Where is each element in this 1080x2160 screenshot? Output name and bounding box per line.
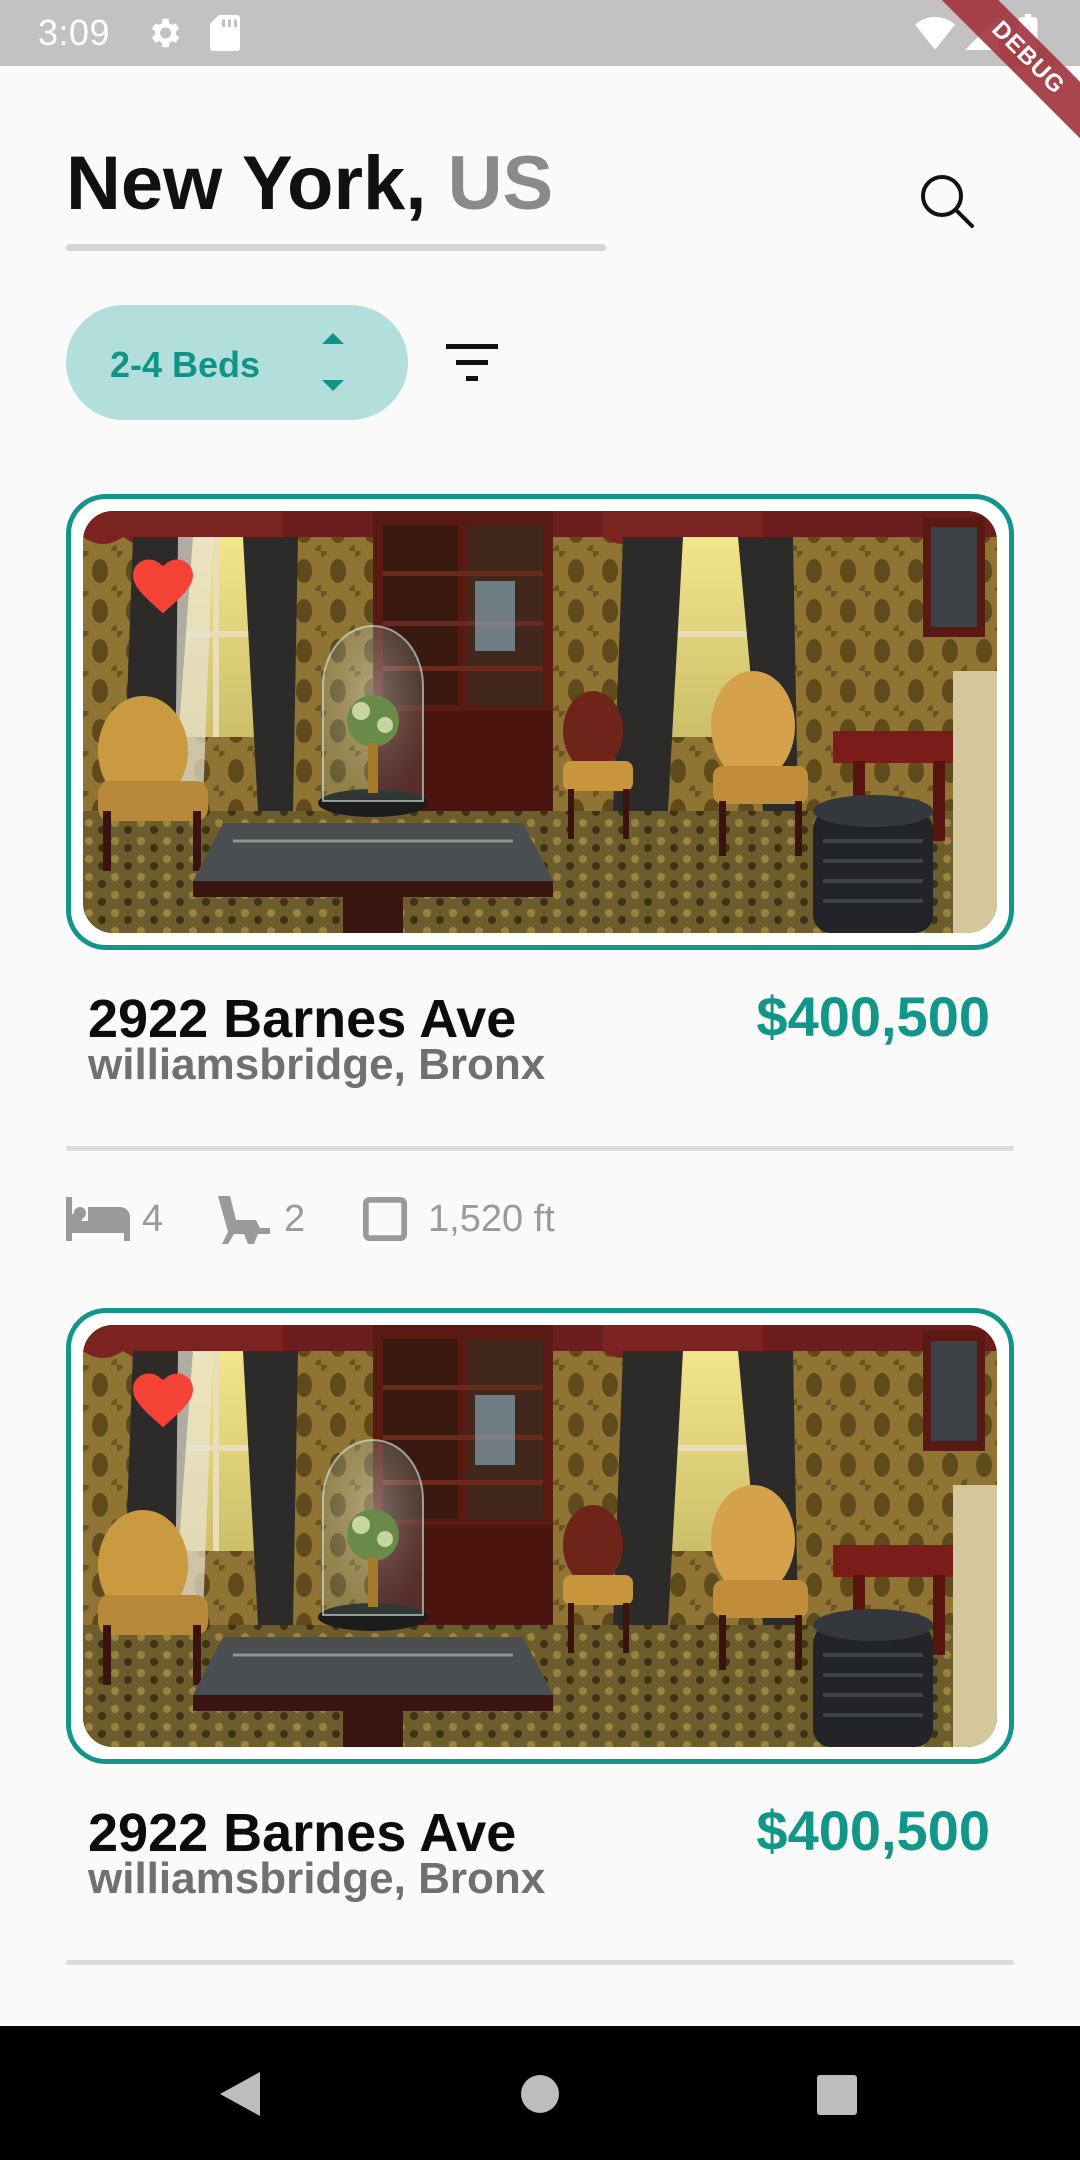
listing-features: 4 2 1,520 ft [66, 1192, 766, 1248]
gear-icon [151, 18, 180, 48]
city-label: New York, [66, 141, 427, 226]
area-value: 1,520 ft [428, 1198, 555, 1240]
listing-divider [66, 1146, 1014, 1151]
title-underline [66, 244, 606, 251]
sd-card-icon [210, 15, 240, 51]
beds-selector[interactable]: 2-4 Beds [66, 305, 408, 420]
beds-label: 2-4 Beds [110, 344, 261, 385]
listing-price: $400,500 [756, 985, 990, 1048]
listing-price: $400,500 [756, 1799, 990, 1862]
country-label: US [447, 141, 554, 226]
status-time: 3:09 [38, 12, 111, 53]
area-square-icon [362, 1196, 408, 1242]
beds-count: 4 [142, 1198, 164, 1240]
status-bar: 3:09 [0, 0, 1080, 66]
back-icon[interactable] [218, 2070, 262, 2118]
system-nav-bar [0, 2026, 1080, 2160]
home-icon[interactable] [520, 2074, 560, 2114]
favorite-heart-icon[interactable] [133, 1373, 193, 1429]
bed-icon [66, 1197, 130, 1241]
recents-icon[interactable] [816, 2074, 858, 2116]
filter-list-icon[interactable] [444, 338, 500, 388]
listing-neighborhood: williamsbridge, Bronx [88, 1854, 546, 1903]
listing-neighborhood: williamsbridge, Bronx [88, 1040, 546, 1089]
debug-banner: DEBUG [920, 0, 1080, 160]
unfold-arrows-icon[interactable] [318, 327, 348, 397]
bathtub-icon [218, 1196, 270, 1244]
baths-count: 2 [284, 1198, 306, 1240]
listing-photo [83, 1325, 997, 1747]
search-icon[interactable] [916, 170, 980, 234]
location-title[interactable]: New York, US [66, 140, 553, 227]
listing-photo [83, 511, 997, 933]
favorite-heart-icon[interactable] [133, 559, 193, 615]
listing-photo-frame [66, 1308, 1014, 1764]
debug-banner-label: DEBUG [929, 0, 1080, 157]
listing-divider [66, 1960, 1014, 1965]
listing-photo-frame [66, 494, 1014, 950]
